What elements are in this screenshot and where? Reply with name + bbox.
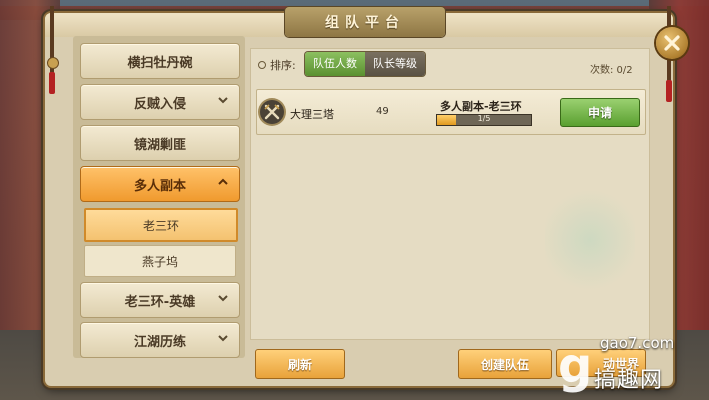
sort-bullet-icon — [258, 61, 266, 69]
watermark-site: gao7.com — [600, 334, 675, 352]
sidebar-item-fanzei[interactable]: 反贼入侵 — [80, 84, 240, 120]
subitem-label: 燕子坞 — [141, 254, 178, 269]
crossed-swords-icon — [264, 104, 280, 120]
sidebar-item-jinghu[interactable]: 镜湖剿匪 — [80, 125, 240, 161]
watermark-name: 搞趣网 — [594, 368, 664, 393]
close-button[interactable] — [656, 27, 688, 59]
sidebar-item-laosanhuan-hero[interactable]: 老三环-英雄 — [80, 282, 240, 318]
sort-tab-team-size[interactable]: 队伍人数 — [305, 52, 365, 76]
team-progress-text: 1/5 — [477, 114, 491, 123]
sidebar-item-multiplayer-dungeon[interactable]: 多人副本 — [80, 166, 240, 202]
apply-button[interactable]: 申请 — [560, 98, 640, 127]
sidebar-item-label: 老三环-英雄 — [124, 294, 196, 310]
window-title: 组队平台 — [325, 15, 405, 31]
apply-button-label: 申请 — [587, 106, 612, 120]
sidebar-item-label: 多人副本 — [133, 178, 186, 194]
team-leader-level: 49 — [376, 106, 389, 117]
sort-tab-leader-level[interactable]: 队长等级 — [365, 52, 425, 76]
chevron-up-icon — [218, 178, 228, 185]
title-plate: 组队平台 — [285, 7, 445, 37]
subitem-label: 老三环 — [142, 218, 179, 233]
create-team-button[interactable]: 创建队伍 — [458, 349, 552, 379]
sort-label-text: 排序: — [270, 59, 296, 72]
watermark-logo: g — [558, 338, 593, 394]
left-tassel — [49, 72, 55, 94]
chevron-down-icon — [218, 295, 228, 302]
subitem-laosanhuan[interactable]: 老三环 — [84, 208, 238, 242]
attempts-count: 次数: 0/2 — [590, 65, 633, 76]
team-leader-name: 大理三塔 — [290, 108, 334, 121]
sidebar-item-label: 江湖历练 — [133, 334, 186, 350]
sidebar-item-jianghu[interactable]: 江湖历练 — [80, 322, 240, 358]
team-dungeon-name: 多人副本-老三环 — [440, 100, 522, 113]
sort-tabs: 队伍人数 队长等级 — [305, 52, 425, 76]
team-progress-bar: 1/5 — [436, 114, 532, 126]
refresh-button-label: 刷新 — [287, 357, 312, 372]
right-tassel — [666, 80, 672, 102]
sidebar-item-label: 反贼入侵 — [133, 96, 186, 112]
sidebar-item-label: 镜湖剿匪 — [133, 137, 186, 153]
sort-label: 排序: — [258, 57, 296, 73]
close-x-icon — [664, 35, 680, 51]
sidebar-item-hengsao[interactable]: 横扫牡丹碗 — [80, 43, 240, 79]
team-avatar — [260, 100, 284, 124]
refresh-button[interactable]: 刷新 — [255, 349, 345, 379]
left-orb-ornament — [47, 57, 59, 69]
chevron-down-icon — [218, 335, 228, 342]
chevron-down-icon — [218, 97, 228, 104]
subitem-yanziwu[interactable]: 燕子坞 — [84, 245, 236, 277]
create-team-button-label: 创建队伍 — [480, 357, 529, 372]
background-ghost-figure — [545, 185, 635, 295]
sidebar-item-label: 横扫牡丹碗 — [127, 55, 193, 71]
